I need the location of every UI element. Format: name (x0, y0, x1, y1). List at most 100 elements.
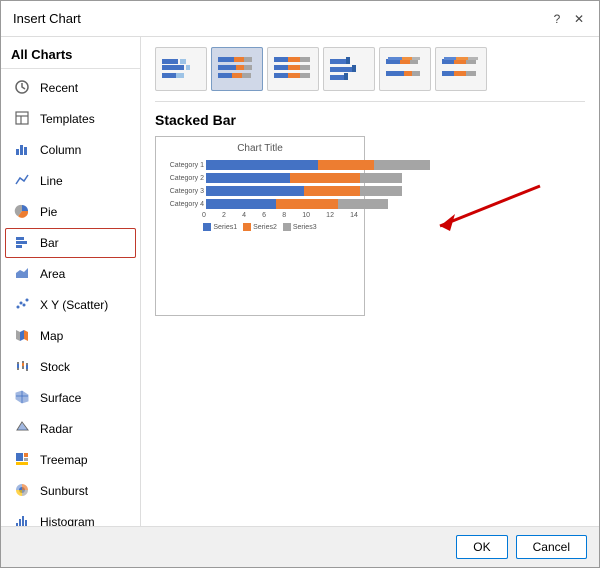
sidebar-item-label-bar: Bar (40, 236, 59, 250)
3d-stacked-bar-btn[interactable] (379, 47, 431, 91)
bar-segment-series-1 (206, 160, 318, 170)
stock-icon (14, 358, 32, 376)
sidebar-item-label-sunburst: Sunburst (40, 484, 88, 498)
sidebar-item-line[interactable]: Line (5, 166, 136, 196)
x-axis: 02468101214 (162, 212, 358, 219)
sidebar-item-treemap[interactable]: Treemap (5, 445, 136, 475)
chart-preview-title: Chart Title (162, 143, 358, 154)
sidebar-item-pie[interactable]: Pie (5, 197, 136, 227)
sidebar: All Charts Recent Templates Column Line Pie B… (1, 37, 141, 526)
column-icon (14, 141, 32, 159)
bar-segment-series-3 (360, 173, 402, 183)
title-bar: Insert Chart ? ✕ (1, 1, 599, 37)
bar-chart-row: Category 4 (166, 199, 354, 209)
radar-icon (14, 420, 32, 438)
sidebar-item-label-xy-scatter: X Y (Scatter) (40, 298, 108, 312)
sidebar-item-bar[interactable]: Bar (5, 228, 136, 258)
sidebar-item-xy-scatter[interactable]: X Y (Scatter) (5, 290, 136, 320)
preview-area: Chart Title Category 1Category 2Category… (155, 136, 585, 516)
surface-icon (14, 389, 32, 407)
bar-chart-category-label: Category 1 (166, 162, 204, 169)
sidebar-item-templates[interactable]: Templates (5, 104, 136, 134)
sidebar-item-stock[interactable]: Stock (5, 352, 136, 382)
bar-segment-row (206, 173, 402, 183)
sidebar-item-label-pie: Pie (40, 205, 57, 219)
sidebar-item-surface[interactable]: Surface (5, 383, 136, 413)
area-icon (14, 265, 32, 283)
stacked-bar-btn[interactable] (211, 47, 263, 91)
sidebar-item-histogram[interactable]: Histogram (5, 507, 136, 526)
bar-segment-series-2 (276, 199, 338, 209)
sidebar-item-label-line: Line (40, 174, 63, 188)
insert-chart-dialog: Insert Chart ? ✕ All Charts Recent Templa… (0, 0, 600, 568)
clustered-bar-btn[interactable] (155, 47, 207, 91)
bar-segment-series-1 (206, 186, 304, 196)
bar-segment-row (206, 160, 430, 170)
cancel-button[interactable]: Cancel (516, 535, 587, 559)
bar-chart-category-label: Category 2 (166, 175, 204, 182)
sidebar-item-label-histogram: Histogram (40, 515, 95, 526)
sidebar-item-label-surface: Surface (40, 391, 81, 405)
pie-icon (14, 203, 32, 221)
100pct-stacked-bar-btn[interactable] (267, 47, 319, 91)
histogram-icon (14, 513, 32, 526)
bar-segment-series-2 (318, 160, 374, 170)
bar-chart-category-label: Category 4 (166, 201, 204, 208)
3d-clustered-bar-btn[interactable] (323, 47, 375, 91)
sidebar-item-label-templates: Templates (40, 112, 95, 126)
treemap-icon (14, 451, 32, 469)
chart-legend: Series1 Series2 Series3 (162, 223, 358, 231)
scatter-icon (14, 296, 32, 314)
bar-segment-row (206, 199, 388, 209)
dialog-content: All Charts Recent Templates Column Line Pie B… (1, 37, 599, 526)
bar-segment-series-1 (206, 173, 290, 183)
help-button[interactable]: ? (549, 11, 565, 27)
bar-segment-series-3 (374, 160, 430, 170)
sidebar-item-label-treemap: Treemap (40, 453, 88, 467)
sidebar-item-label-recent: Recent (40, 81, 78, 95)
sidebar-item-label-stock: Stock (40, 360, 70, 374)
sidebar-item-label-map: Map (40, 329, 63, 343)
sidebar-item-map[interactable]: Map (5, 321, 136, 351)
title-bar-controls: ? ✕ (549, 11, 587, 27)
selected-chart-type-label: Stacked Bar (155, 112, 585, 128)
bar-chart-category-label: Category 3 (166, 188, 204, 195)
bar-chart-row: Category 2 (166, 173, 354, 183)
dialog-footer: OK Cancel (1, 526, 599, 567)
dialog-title: Insert Chart (13, 11, 81, 26)
bar-icon (14, 234, 32, 252)
chart-preview: Chart Title Category 1Category 2Category… (155, 136, 365, 316)
templates-icon (14, 110, 32, 128)
sidebar-item-radar[interactable]: Radar (5, 414, 136, 444)
ok-button[interactable]: OK (456, 535, 507, 559)
bar-chart: Category 1 Category 2 Category 3 Category 4 (162, 158, 358, 211)
bar-segment-series-3 (338, 199, 388, 209)
bar-chart-row: Category 3 (166, 186, 354, 196)
sidebar-item-area[interactable]: Area (5, 259, 136, 289)
recent-icon (14, 79, 32, 97)
bar-segment-series-2 (304, 186, 360, 196)
sidebar-item-label-radar: Radar (40, 422, 73, 436)
map-icon (14, 327, 32, 345)
line-icon (14, 172, 32, 190)
sidebar-header: All Charts (1, 41, 140, 69)
bar-chart-row: Category 1 (166, 160, 354, 170)
sidebar-item-label-column: Column (40, 143, 81, 157)
bar-segment-series-2 (290, 173, 360, 183)
bar-segment-row (206, 186, 402, 196)
main-area: Stacked Bar Chart Title Category 1Catego… (141, 37, 599, 526)
arrow-area (375, 136, 585, 256)
legend-series1: Series1 (203, 223, 237, 231)
legend-series2: Series2 (243, 223, 277, 231)
sidebar-item-sunburst[interactable]: Sunburst (5, 476, 136, 506)
3d-100pct-stacked-bar-btn[interactable] (435, 47, 487, 91)
sidebar-item-column[interactable]: Column (5, 135, 136, 165)
bar-segment-series-3 (360, 186, 402, 196)
chart-type-selector (155, 47, 585, 102)
sidebar-item-recent[interactable]: Recent (5, 73, 136, 103)
close-button[interactable]: ✕ (571, 11, 587, 27)
bar-segment-series-1 (206, 199, 276, 209)
sunburst-icon (14, 482, 32, 500)
red-arrow-icon (410, 176, 550, 256)
sidebar-item-label-area: Area (40, 267, 65, 281)
